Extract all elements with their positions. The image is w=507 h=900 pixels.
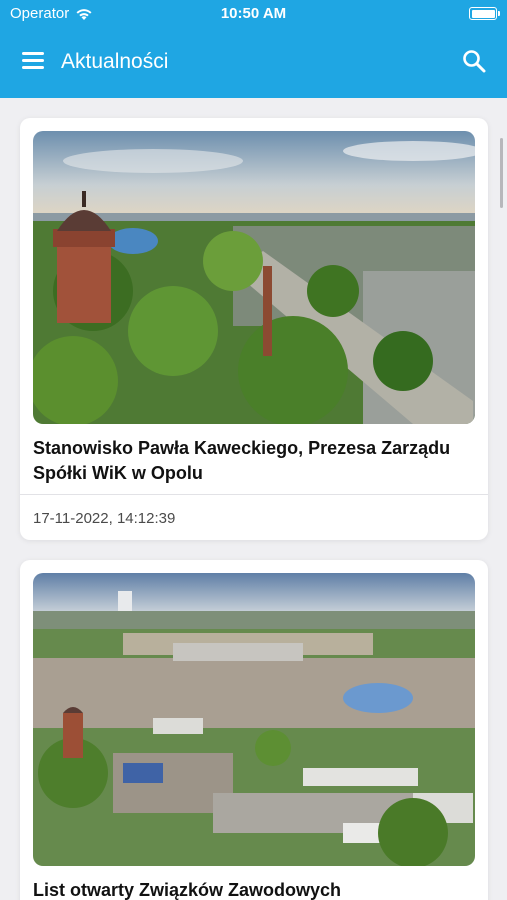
page-title: Aktualności bbox=[61, 50, 169, 73]
status-bar: Operator 10:50 AM bbox=[0, 0, 507, 28]
hamburger-menu-icon[interactable] bbox=[22, 52, 46, 72]
article-image bbox=[33, 573, 475, 866]
news-card[interactable]: Stanowisko Pawła Kaweckiego, Prezesa Zar… bbox=[20, 118, 488, 540]
article-image bbox=[33, 131, 475, 424]
battery-icon bbox=[469, 7, 500, 20]
article-date: 17-11-2022, 14:12:39 bbox=[33, 510, 176, 527]
news-feed[interactable]: Stanowisko Pawła Kaweckiego, Prezesa Zar… bbox=[0, 98, 507, 900]
app-header: Operator 10:50 AM Aktualności bbox=[0, 0, 507, 98]
search-icon[interactable] bbox=[461, 48, 487, 74]
article-title[interactable]: Stanowisko Pawła Kaweckiego, Prezesa Zar… bbox=[33, 436, 473, 486]
toolbar: Aktualności bbox=[0, 28, 507, 98]
card-divider bbox=[20, 494, 488, 495]
news-card[interactable]: List otwarty Związków Zawodowych bbox=[20, 560, 488, 900]
status-time: 10:50 AM bbox=[220, 5, 287, 22]
article-title[interactable]: List otwarty Związków Zawodowych bbox=[33, 878, 473, 900]
scrollbar[interactable] bbox=[500, 138, 503, 208]
